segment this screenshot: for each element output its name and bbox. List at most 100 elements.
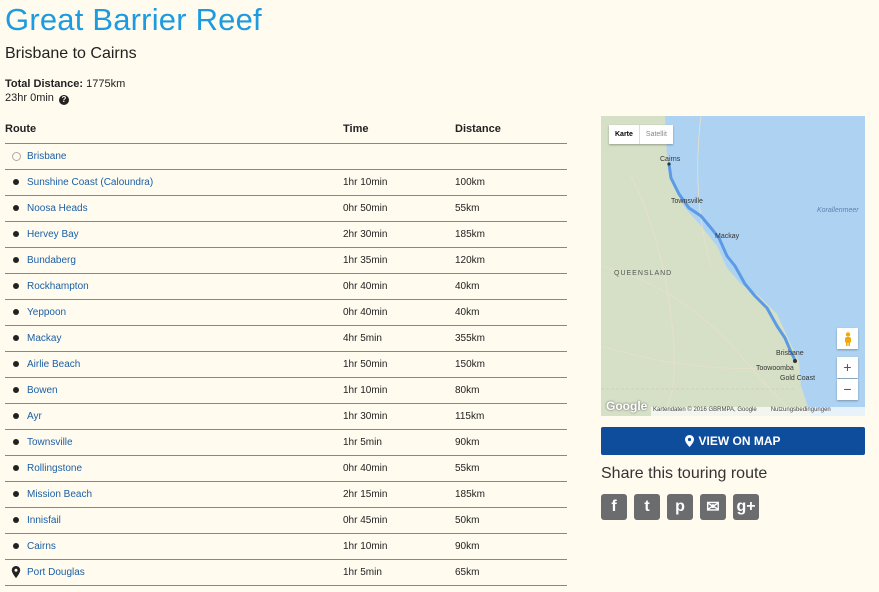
header-distance: Distance — [455, 116, 567, 144]
stop-dot-icon — [13, 179, 19, 185]
time-cell: 2hr 30min — [343, 221, 455, 248]
label-coral-sea: Korallenmeer — [817, 207, 859, 214]
distance-cell: 100km — [455, 169, 567, 196]
header-route: Route — [5, 116, 343, 144]
stop-link[interactable]: Hervey Bay — [27, 229, 79, 240]
route-cell: Ayr — [5, 403, 343, 430]
stop-dot-icon — [13, 257, 19, 263]
label-toowoomba: Toowoomba — [756, 365, 794, 372]
stop-link[interactable]: Brisbane — [27, 151, 66, 162]
table-row: Innisfail 0hr 45min 50km — [5, 507, 567, 534]
stop-link[interactable]: Rockhampton — [27, 281, 89, 292]
stop-marker — [5, 387, 27, 393]
time-cell: 0hr 40min — [343, 273, 455, 300]
twitter-icon[interactable]: t — [634, 494, 660, 520]
stop-link[interactable]: Rollingstone — [27, 463, 82, 474]
zoom-out-button[interactable]: − — [837, 379, 858, 400]
time-cell: 4hr 5min — [343, 325, 455, 352]
distance-cell: 150km — [455, 351, 567, 378]
stop-link[interactable]: Port Douglas — [27, 567, 85, 578]
stop-marker — [5, 517, 27, 523]
stop-link[interactable]: Townsville — [27, 437, 73, 448]
stop-link[interactable]: Cairns — [27, 541, 56, 552]
stop-dot-icon — [13, 387, 19, 393]
stop-marker — [5, 439, 27, 445]
share-title: Share this touring route — [601, 465, 768, 482]
destination-pin-icon — [11, 566, 21, 578]
distance-cell: 355km — [455, 325, 567, 352]
distance-cell: 40km — [455, 273, 567, 300]
stop-marker — [5, 491, 27, 497]
map-type-tabs: Karte Satellit — [609, 125, 673, 144]
tab-map[interactable]: Karte — [609, 125, 639, 144]
table-row: Hervey Bay 2hr 30min 185km — [5, 221, 567, 248]
stop-link[interactable]: Mackay — [27, 333, 61, 344]
time-cell: 0hr 40min — [343, 455, 455, 482]
stop-dot-icon — [13, 283, 19, 289]
distance-cell: 40km — [455, 299, 567, 326]
time-cell: 1hr 35min — [343, 247, 455, 274]
table-row: Cairns 1hr 10min 90km — [5, 533, 567, 560]
time-cell: 1hr 10min — [343, 533, 455, 560]
stop-dot-icon — [13, 413, 19, 419]
stop-link[interactable]: Airlie Beach — [27, 359, 80, 370]
view-on-map-label: VIEW ON MAP — [698, 434, 781, 448]
stop-dot-icon — [13, 205, 19, 211]
time-cell: 2hr 15min — [343, 481, 455, 508]
stop-link[interactable]: Bundaberg — [27, 255, 76, 266]
stop-link[interactable]: Mission Beach — [27, 489, 92, 500]
stop-link[interactable]: Ayr — [27, 411, 42, 422]
terms-link[interactable]: Nutzungsbedingungen — [771, 407, 831, 413]
table-row: Yeppoon 0hr 40min 40km — [5, 299, 567, 326]
table-row: Mission Beach 2hr 15min 185km — [5, 481, 567, 508]
stop-link[interactable]: Innisfail — [27, 515, 61, 526]
facebook-icon[interactable]: f — [601, 494, 627, 520]
view-on-map-button[interactable]: VIEW ON MAP — [601, 427, 865, 455]
table-row: Ayr 1hr 30min 115km — [5, 403, 567, 430]
route-cell: Rockhampton — [5, 273, 343, 300]
stop-marker — [5, 413, 27, 419]
table-row: Sunshine Coast (Caloundra) 1hr 10min 100km — [5, 169, 567, 196]
stop-link[interactable]: Sunshine Coast (Caloundra) — [27, 177, 153, 188]
time-cell: 1hr 10min — [343, 377, 455, 404]
table-row: Airlie Beach 1hr 50min 150km — [5, 351, 567, 378]
route-cell: Hervey Bay — [5, 221, 343, 248]
label-cairns: Cairns — [660, 156, 681, 163]
route-map[interactable]: Karte Satellit Cairns Townsville Mackay … — [601, 116, 865, 416]
route-cell: Mackay — [5, 325, 343, 352]
stop-marker — [5, 231, 27, 237]
route-cell: Brisbane — [5, 143, 343, 170]
route-cell: Townsville — [5, 429, 343, 456]
attribution-text: Kartendaten © 2016 GBRMPA, Google — [653, 407, 757, 413]
stop-dot-icon — [13, 465, 19, 471]
email-icon[interactable]: ✉ — [700, 494, 726, 520]
route-cell: Mission Beach — [5, 481, 343, 508]
table-header-row: Route Time Distance — [5, 116, 567, 144]
question-circle-icon[interactable]: ? — [58, 95, 69, 105]
stop-marker — [5, 283, 27, 289]
distance-cell: 50km — [455, 507, 567, 534]
stop-marker — [5, 465, 27, 471]
total-time: 23hr 0min — [5, 92, 54, 104]
zoom-in-button[interactable]: + — [837, 357, 858, 378]
googleplus-icon[interactable]: g+ — [733, 494, 759, 520]
stop-link[interactable]: Noosa Heads — [27, 203, 88, 214]
time-cell: 1hr 30min — [343, 403, 455, 430]
time-cell: 1hr 5min — [343, 429, 455, 456]
route-subtitle: Brisbane to Cairns — [5, 45, 137, 62]
time-cell: 1hr 50min — [343, 351, 455, 378]
map-canvas — [601, 116, 865, 416]
distance-cell: 80km — [455, 377, 567, 404]
stop-marker — [5, 566, 27, 578]
distance-cell: 185km — [455, 481, 567, 508]
tab-satellite[interactable]: Satellit — [638, 125, 673, 144]
distance-summary: Total Distance: 1775km 23hr 0min ? — [5, 77, 125, 105]
stop-marker — [5, 309, 27, 315]
stop-link[interactable]: Bowen — [27, 385, 58, 396]
distance-cell: 185km — [455, 221, 567, 248]
route-cell: Innisfail — [5, 507, 343, 534]
street-view-icon[interactable] — [837, 328, 858, 349]
stop-link[interactable]: Yeppoon — [27, 307, 66, 318]
pinterest-icon[interactable]: p — [667, 494, 693, 520]
distance-cell: 115km — [455, 403, 567, 430]
